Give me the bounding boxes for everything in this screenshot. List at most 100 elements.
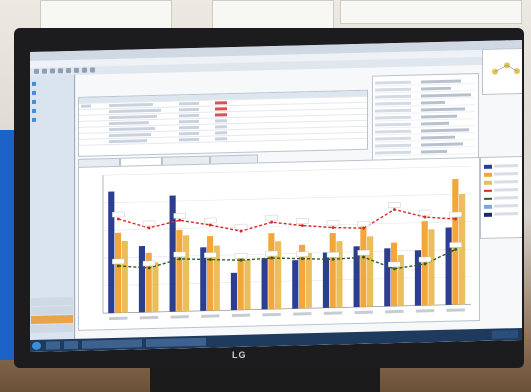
x-tick-label	[354, 310, 373, 315]
sidebar-item[interactable]	[32, 97, 72, 105]
toolbar-icon[interactable]	[42, 68, 47, 74]
toolbar-icon[interactable]	[58, 68, 63, 74]
data-label-box	[326, 251, 340, 258]
data-label-box	[418, 256, 432, 263]
data-label-box	[142, 260, 156, 267]
x-tick-label	[262, 312, 281, 317]
data-label-box	[418, 209, 432, 216]
taskbar-app[interactable]	[82, 339, 142, 349]
line-point	[239, 229, 243, 233]
sidebar-bottom-button[interactable]	[31, 305, 73, 315]
taskbar-app[interactable]	[46, 341, 60, 350]
data-label-box	[142, 220, 156, 227]
chart-bar	[329, 233, 336, 308]
sidebar-item[interactable]	[32, 106, 72, 114]
data-label-box	[449, 211, 462, 218]
chart-panel	[78, 157, 480, 331]
x-tick-label	[139, 315, 159, 320]
chart-bar	[367, 236, 374, 307]
chart-bar	[445, 227, 452, 305]
data-label-box	[173, 212, 186, 219]
sidebar-item[interactable]	[32, 115, 72, 123]
data-label-box	[388, 202, 401, 208]
folder-icon	[32, 99, 36, 104]
chart-bar	[360, 226, 367, 307]
legend-entry[interactable]	[484, 187, 522, 194]
toolbar-icon[interactable]	[90, 67, 95, 73]
sidebar-bottom-button[interactable]	[31, 296, 73, 306]
chart-bar	[268, 233, 275, 310]
sidebar-item[interactable]	[32, 79, 72, 87]
data-label-box	[204, 252, 217, 258]
x-tick-label	[231, 313, 251, 318]
start-button[interactable]	[32, 341, 41, 350]
folder-icon	[32, 117, 36, 122]
legend-entry[interactable]	[484, 163, 522, 170]
legend-entry[interactable]	[484, 211, 522, 218]
legend-entry[interactable]	[484, 179, 522, 186]
x-tick-label	[201, 314, 220, 318]
data-label-box	[357, 249, 370, 256]
property-row[interactable]	[375, 148, 475, 157]
x-tick-label	[385, 309, 404, 314]
data-label-box	[265, 214, 278, 221]
taskbar-clock[interactable]	[492, 330, 518, 339]
legend-entry[interactable]	[484, 203, 522, 210]
sidebar-bottom-button[interactable]	[31, 323, 73, 333]
chart-bar	[244, 259, 251, 310]
chart-bar	[292, 260, 299, 309]
legend-entry[interactable]	[484, 171, 522, 178]
data-label-box	[296, 251, 309, 258]
line-point	[208, 223, 212, 227]
chart-bar	[152, 262, 159, 313]
chart-legend	[480, 155, 522, 240]
sidebar-bottom-button[interactable]	[31, 314, 73, 324]
taskbar-app[interactable]	[146, 337, 206, 348]
chart-bar	[121, 240, 128, 313]
toolbar-icon[interactable]	[34, 68, 39, 74]
toolbar-icon[interactable]	[66, 68, 71, 74]
diagram-thumbnail-graphic	[492, 62, 520, 75]
legend-entry[interactable]	[484, 195, 522, 202]
toolbar-icon[interactable]	[50, 68, 55, 74]
toolbar-icon[interactable]	[82, 67, 87, 73]
data-label-box	[204, 217, 217, 224]
x-tick-label	[170, 315, 189, 319]
x-tick-label	[323, 311, 343, 315]
data-label-box	[112, 258, 125, 265]
chart-bar	[305, 252, 312, 309]
folder-icon	[32, 81, 36, 86]
x-tick-label	[109, 316, 128, 321]
chart-bar	[230, 272, 238, 311]
chart-bar	[459, 193, 466, 305]
line-point	[300, 224, 304, 227]
chart-bar	[336, 241, 343, 308]
line-point	[331, 226, 335, 229]
chart-bar	[183, 235, 190, 312]
monitor-brand-logo: LG	[232, 350, 247, 360]
folder-icon	[32, 108, 36, 113]
series-line	[118, 208, 456, 232]
diagram-thumbnail[interactable]	[482, 47, 522, 95]
x-tick-label	[293, 312, 312, 316]
data-label-box	[326, 220, 340, 226]
combo-chart	[102, 165, 471, 321]
taskbar-app[interactable]	[64, 340, 78, 350]
chart-bar	[428, 229, 435, 306]
data-label-box	[234, 252, 248, 259]
sidebar-item[interactable]	[32, 88, 72, 96]
navigation-sidebar	[30, 74, 75, 353]
chart-bar	[384, 248, 391, 307]
line-point	[392, 208, 396, 211]
chart-bar	[206, 236, 214, 311]
gridline	[103, 193, 471, 204]
data-label-box	[265, 250, 278, 257]
chart-bar	[390, 242, 398, 307]
line-point	[270, 220, 274, 224]
wall-paper-sheet	[340, 0, 522, 24]
data-label-box	[234, 223, 248, 230]
x-tick-label	[446, 308, 465, 312]
toolbar-icon[interactable]	[74, 67, 79, 73]
data-label-box	[296, 218, 309, 224]
monitor-stand	[150, 368, 380, 392]
